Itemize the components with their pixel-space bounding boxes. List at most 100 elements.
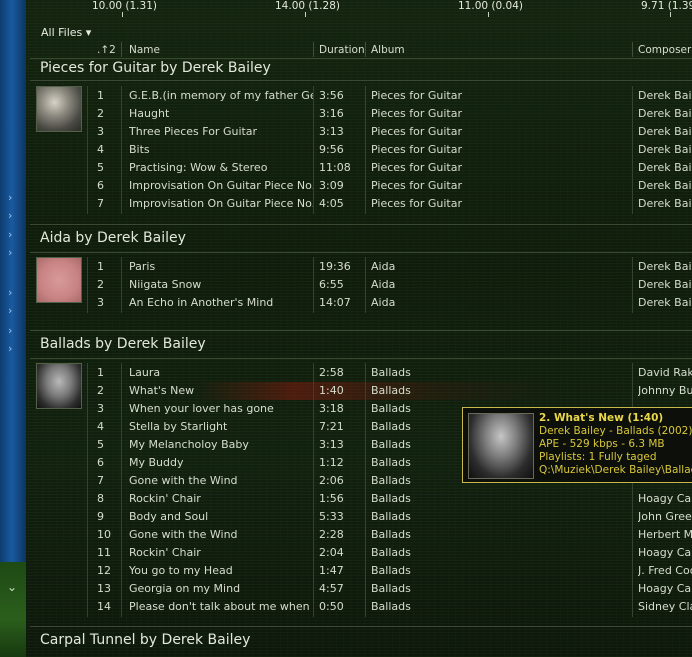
track-number: 7 — [97, 197, 104, 210]
track-duration: 3:13 — [319, 125, 344, 138]
divider — [30, 330, 692, 331]
column-header-duration[interactable]: Duration — [319, 44, 365, 56]
track-number: 3 — [97, 402, 104, 415]
scale-tick-label: 11.00 (0.04) — [458, 0, 523, 12]
chevron-right-icon[interactable]: › — [8, 247, 12, 259]
track-duration: 4:05 — [319, 197, 344, 210]
track-number: 5 — [97, 438, 104, 451]
album-group-title: Aida by Derek Bailey — [40, 230, 186, 246]
track-number: 3 — [97, 296, 104, 309]
chevron-right-icon[interactable]: › — [8, 305, 12, 317]
track-composer: Hoagy Carr — [638, 492, 692, 505]
track-album: Ballads — [371, 528, 411, 541]
track-number: 9 — [97, 510, 104, 523]
chevron-right-icon[interactable]: › — [8, 210, 12, 222]
column-separator[interactable] — [313, 42, 314, 57]
track-row[interactable]: 1 G.E.B.(in memory of my father Geo... 3… — [30, 87, 692, 105]
divider — [30, 80, 692, 81]
track-album: Aida — [371, 296, 396, 309]
column-separator[interactable] — [121, 42, 122, 57]
track-row[interactable]: 2 Niigata Snow 6:55 Aida Derek Baile — [30, 276, 692, 294]
track-composer: Derek Baile — [638, 197, 692, 210]
track-row[interactable]: 9 Body and Soul 5:33 Ballads John Green — [30, 508, 692, 526]
track-number: 8 — [97, 492, 104, 505]
column-header-composers[interactable]: Composers — [638, 44, 692, 56]
track-number: 1 — [97, 89, 104, 102]
track-duration: 14:07 — [319, 296, 351, 309]
column-separator[interactable] — [632, 42, 633, 57]
track-name: My Melancholoy Baby — [129, 438, 249, 451]
track-album: Aida — [371, 278, 396, 291]
track-duration: 3:56 — [319, 89, 344, 102]
left-panel-footer — [0, 562, 26, 657]
divider — [30, 252, 692, 253]
album-group: Carpal Tunnel by Derek Bailey — [30, 626, 692, 657]
track-row-highlighted[interactable]: 2 What's New 1:40 Ballads Johnny Bur — [30, 382, 692, 400]
track-album: Ballads — [371, 564, 411, 577]
tooltip-details: 2. What's New (1:40) Derek Bailey - Ball… — [539, 412, 692, 477]
scale-tick-mark — [670, 12, 671, 17]
track-album: Ballads — [371, 366, 411, 379]
dropdown-arrow-icon: ▾ — [85, 26, 92, 39]
chevron-right-icon[interactable]: › — [8, 287, 12, 299]
view-filter-dropdown[interactable]: All Files ▾ — [41, 26, 91, 39]
track-row[interactable]: 4 Bits 9:56 Pieces for Guitar Derek Bail… — [30, 141, 692, 159]
track-duration: 1:47 — [319, 564, 344, 577]
tooltip-artist-album: Derek Bailey - Ballads (2002) — [539, 425, 692, 437]
album-group-title: Ballads by Derek Bailey — [40, 336, 206, 352]
chevron-right-icon[interactable]: › — [8, 229, 12, 241]
chevron-right-icon[interactable]: › — [8, 343, 12, 355]
track-album: Pieces for Guitar — [371, 125, 463, 138]
track-number: 14 — [97, 600, 111, 613]
track-row[interactable]: 13 Georgia on my Mind 4:57 Ballads Hoagy… — [30, 580, 692, 598]
view-filter-label: All Files — [41, 26, 83, 39]
track-row[interactable]: 6 Improvisation On Guitar Piece No. 1 3:… — [30, 177, 692, 195]
track-name: My Buddy — [129, 456, 184, 469]
column-header-name[interactable]: Name — [129, 44, 160, 56]
track-row[interactable]: 11 Rockin' Chair 2:04 Ballads Hoagy Carr — [30, 544, 692, 562]
track-name: You go to my Head — [129, 564, 233, 577]
track-album: Ballads — [371, 546, 411, 559]
track-composer: Derek Baile — [638, 179, 692, 192]
track-name: Paris — [129, 260, 156, 273]
track-row[interactable]: 10 Gone with the Wind 2:28 Ballads Herbe… — [30, 526, 692, 544]
track-album: Pieces for Guitar — [371, 197, 463, 210]
track-row[interactable]: 1 Laura 2:58 Ballads David Raks — [30, 364, 692, 382]
chevron-right-icon[interactable]: › — [8, 192, 12, 204]
track-row[interactable]: 12 You go to my Head 1:47 Ballads J. Fre… — [30, 562, 692, 580]
track-name: Practising: Wow & Stereo — [129, 161, 268, 174]
chevron-right-icon[interactable]: › — [8, 325, 12, 337]
chevron-down-icon[interactable]: ⌄ — [7, 580, 17, 594]
album-group: Pieces for Guitar by Derek Bailey 1 G.E.… — [30, 58, 692, 218]
track-duration: 3:13 — [319, 438, 344, 451]
scale-tick-label: 10.00 (1.31) — [92, 0, 157, 12]
track-row[interactable]: 8 Rockin' Chair 1:56 Ballads Hoagy Carr — [30, 490, 692, 508]
column-header-number[interactable]: .↑2 — [97, 44, 116, 56]
track-number: 4 — [97, 420, 104, 433]
tooltip-album-art — [468, 413, 534, 479]
track-row[interactable]: 14 Please don't talk about me when I'...… — [30, 598, 692, 616]
track-name: Three Pieces For Guitar — [129, 125, 258, 138]
divider — [30, 626, 692, 627]
column-header-album[interactable]: Album — [371, 44, 405, 56]
track-composer: Derek Baile — [638, 143, 692, 156]
track-composer: Herbert Ma — [638, 528, 692, 541]
track-name: Rockin' Chair — [129, 492, 201, 505]
track-duration: 1:40 — [319, 384, 344, 397]
track-album: Pieces for Guitar — [371, 179, 463, 192]
track-composer: Derek Baile — [638, 89, 692, 102]
track-row[interactable]: 3 An Echo in Another's Mind 14:07 Aida D… — [30, 294, 692, 312]
track-name: G.E.B.(in memory of my father Geo... — [129, 89, 313, 102]
column-separator[interactable] — [365, 42, 366, 57]
track-row[interactable]: 7 Improvisation On Guitar Piece No. 2 4:… — [30, 195, 692, 213]
track-name: Improvisation On Guitar Piece No. 1 — [129, 179, 313, 192]
track-row[interactable]: 3 Three Pieces For Guitar 3:13 Pieces fo… — [30, 123, 692, 141]
track-row[interactable]: 1 Paris 19:36 Aida Derek Baile — [30, 258, 692, 276]
track-row[interactable]: 5 Practising: Wow & Stereo 11:08 Pieces … — [30, 159, 692, 177]
track-duration: 0:50 — [319, 600, 344, 613]
track-composer: Sidney Clar — [638, 600, 692, 613]
track-row[interactable]: 2 Haught 3:16 Pieces for Guitar Derek Ba… — [30, 105, 692, 123]
tooltip-title: 2. What's New (1:40) — [539, 412, 664, 424]
track-number: 1 — [97, 260, 104, 273]
track-album: Pieces for Guitar — [371, 143, 463, 156]
